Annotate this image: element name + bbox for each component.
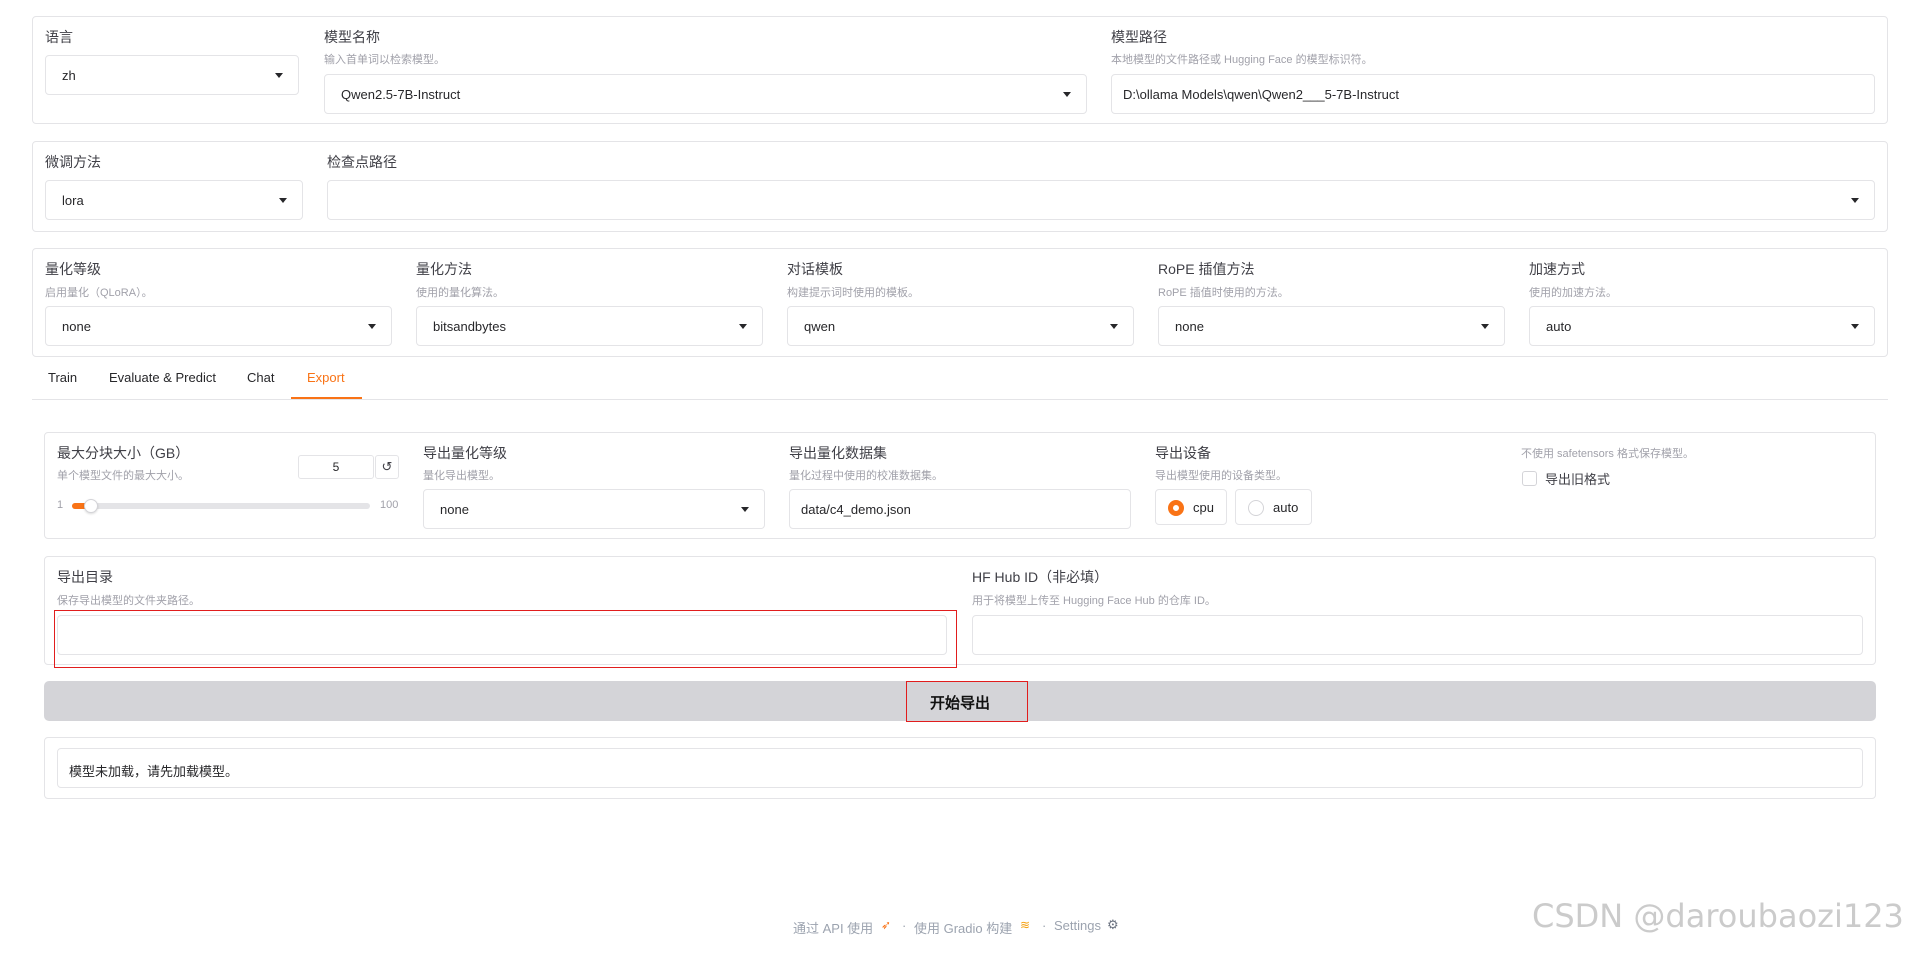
tab-export[interactable]: Export: [307, 370, 345, 385]
chevron-down-icon: [275, 73, 283, 78]
reset-icon: ↺: [381, 459, 393, 474]
booster-label: 加速方式: [1529, 261, 1585, 277]
gradio-logo-icon: ≋: [1020, 918, 1031, 932]
template-label: 对话模板: [787, 261, 843, 277]
tab-train[interactable]: Train: [48, 370, 77, 385]
quant-method-value: bitsandbytes: [433, 319, 506, 334]
shard-size-value: 5: [332, 460, 340, 474]
tab-bar-divider: [32, 399, 1888, 400]
model-path-info: 本地模型的文件路径或 Hugging Face 的模型标识符。: [1111, 54, 1373, 66]
export-device-label: 导出设备: [1155, 445, 1211, 461]
device-option-auto[interactable]: auto: [1235, 489, 1312, 525]
output-text: 模型未加载，请先加载模型。: [69, 764, 239, 779]
legacy-format-info: 不使用 safetensors 格式保存模型。: [1521, 448, 1694, 460]
quant-dataset-input[interactable]: data/c4_demo.json: [789, 489, 1131, 529]
export-dir-label: 导出目录: [57, 569, 113, 585]
chevron-down-icon: [1110, 324, 1118, 329]
quant-bit-label: 量化等级: [45, 261, 101, 277]
export-device-info: 导出模型使用的设备类型。: [1155, 470, 1287, 482]
quant-method-dropdown[interactable]: bitsandbytes: [416, 306, 763, 346]
quant-dataset-info: 量化过程中使用的校准数据集。: [789, 470, 943, 482]
quant-bit-value: none: [62, 319, 91, 334]
model-path-label: 模型路径: [1111, 29, 1167, 45]
shard-size-label: 最大分块大小（GB）: [57, 445, 190, 461]
template-dropdown[interactable]: qwen: [787, 306, 1134, 346]
legacy-format-checkbox[interactable]: [1522, 471, 1537, 486]
shard-size-slider[interactable]: [72, 499, 370, 513]
watermark: CSDN @daroubaozi123: [1532, 897, 1904, 935]
booster-info: 使用的加速方法。: [1529, 287, 1617, 299]
footer-api-link[interactable]: 通过 API 使用: [793, 918, 873, 937]
export-quant-dropdown[interactable]: none: [423, 489, 765, 529]
reset-button[interactable]: ↺: [375, 455, 399, 479]
footer-gradio-link[interactable]: 使用 Gradio 构建: [914, 918, 1012, 937]
output-box: 模型未加载，请先加载模型。: [57, 748, 1863, 788]
booster-dropdown[interactable]: auto: [1529, 306, 1875, 346]
tab-evaluate-predict[interactable]: Evaluate & Predict: [109, 370, 216, 385]
footer-separator: ·: [1042, 918, 1047, 933]
chevron-down-icon: [739, 324, 747, 329]
shard-size-number-input[interactable]: 5: [298, 455, 374, 479]
device-option-cpu-label: cpu: [1193, 500, 1214, 515]
highlight-box-export-dir: [54, 610, 957, 668]
hub-id-input[interactable]: [972, 615, 1863, 655]
footer-settings-link[interactable]: Settings: [1054, 918, 1101, 933]
slider-thumb[interactable]: [84, 499, 98, 513]
lang-value: zh: [62, 68, 76, 83]
legacy-format-label[interactable]: 导出旧格式: [1545, 469, 1610, 488]
checkpoint-dropdown[interactable]: [327, 180, 1875, 220]
chevron-down-icon: [1851, 198, 1859, 203]
quant-method-label: 量化方法: [416, 261, 472, 277]
export-quant-label: 导出量化等级: [423, 445, 507, 461]
export-quant-info: 量化导出模型。: [423, 470, 500, 482]
lang-label: 语言: [45, 29, 73, 45]
rope-info: RoPE 插值时使用的方法。: [1158, 287, 1289, 299]
quant-bit-info: 启用量化（QLoRA）。: [45, 287, 153, 299]
finetune-method-label: 微调方法: [45, 154, 101, 170]
quant-bit-dropdown[interactable]: none: [45, 306, 392, 346]
model-path-input[interactable]: D:\ollama Models\qwen\Qwen2___5-7B-Instr…: [1111, 74, 1875, 114]
quant-dataset-value: data/c4_demo.json: [801, 502, 911, 517]
model-path-value: D:\ollama Models\qwen\Qwen2___5-7B-Instr…: [1123, 87, 1400, 102]
quant-method-info: 使用的量化算法。: [416, 287, 504, 299]
chevron-down-icon: [741, 507, 749, 512]
tab-chat[interactable]: Chat: [247, 370, 274, 385]
gear-icon: ⚙: [1107, 917, 1119, 932]
device-option-cpu[interactable]: cpu: [1155, 489, 1227, 525]
footer-separator: ·: [902, 918, 907, 933]
shard-size-info: 单个模型文件的最大大小。: [57, 470, 189, 482]
finetune-method-dropdown[interactable]: lora: [45, 180, 303, 220]
shard-size-max: 100: [380, 499, 399, 511]
model-name-label: 模型名称: [324, 29, 380, 45]
model-name-dropdown[interactable]: Qwen2.5-7B-Instruct: [324, 74, 1087, 114]
device-option-auto-label: auto: [1273, 500, 1299, 515]
chevron-down-icon: [279, 198, 287, 203]
radio-unselected-icon: [1248, 500, 1264, 516]
rope-label: RoPE 插值方法: [1158, 261, 1255, 277]
chevron-down-icon: [1851, 324, 1859, 329]
export-quant-value: none: [440, 502, 469, 517]
radio-selected-icon: [1168, 500, 1184, 516]
highlight-box-start-button: [906, 681, 1028, 722]
checkpoint-label: 检查点路径: [327, 154, 397, 170]
rope-value: none: [1175, 319, 1204, 334]
quant-dataset-label: 导出量化数据集: [789, 445, 887, 461]
booster-value: auto: [1546, 319, 1572, 334]
model-name-value: Qwen2.5-7B-Instruct: [341, 87, 461, 102]
rocket-icon: ➶: [881, 918, 892, 932]
chevron-down-icon: [1481, 324, 1489, 329]
chevron-down-icon: [368, 324, 376, 329]
export-dir-info: 保存导出模型的文件夹路径。: [57, 595, 200, 607]
hub-id-label: HF Hub ID（非必填）: [972, 569, 1109, 585]
tab-export-underline: [291, 397, 362, 399]
shard-size-min: 1: [57, 499, 64, 511]
model-name-info: 输入首单词以检索模型。: [324, 54, 445, 66]
template-value: qwen: [804, 319, 836, 334]
rope-dropdown[interactable]: none: [1158, 306, 1505, 346]
hub-id-info: 用于将模型上传至 Hugging Face Hub 的仓库 ID。: [972, 595, 1216, 607]
lang-dropdown[interactable]: zh: [45, 55, 299, 95]
chevron-down-icon: [1063, 92, 1071, 97]
template-info: 构建提示词时使用的模板。: [787, 287, 919, 299]
finetune-method-value: lora: [62, 193, 84, 208]
